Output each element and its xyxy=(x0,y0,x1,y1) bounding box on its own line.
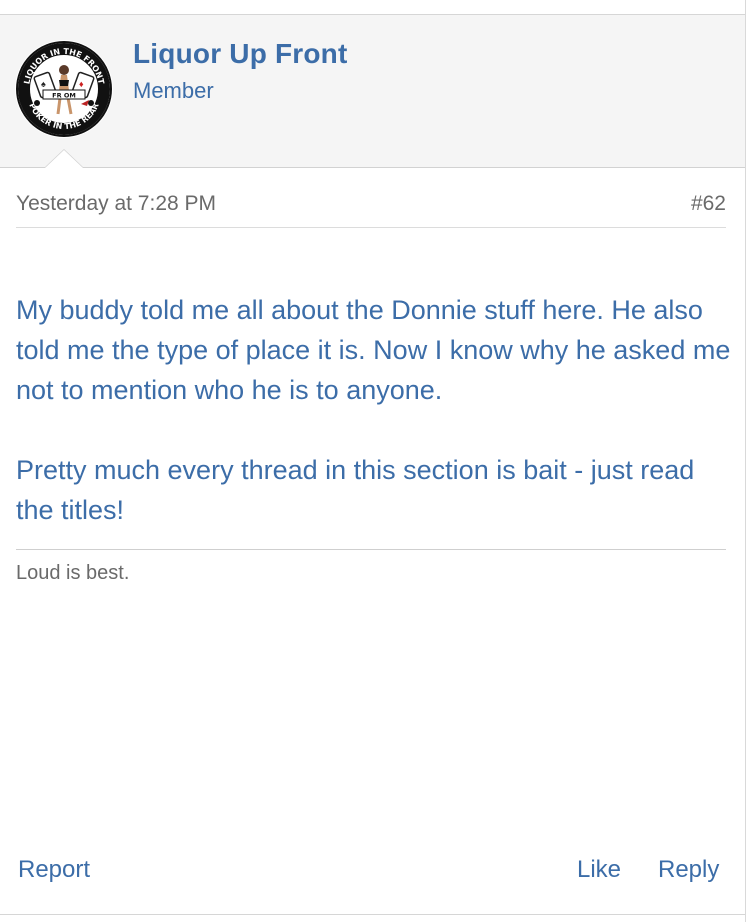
avatar-logo-icon: LIQUOR IN THE FRONT POKER IN THE REAR ♠ … xyxy=(16,41,112,137)
signature-divider xyxy=(16,549,726,550)
post-signature: Loud is best. xyxy=(16,562,130,584)
message-paragraph: Pretty much every thread in this section… xyxy=(16,455,695,525)
reply-link[interactable]: Reply xyxy=(658,856,719,884)
bottom-divider xyxy=(0,914,746,915)
svg-text:FR OM: FR OM xyxy=(52,92,76,100)
author-name-link[interactable]: Liquor Up Front xyxy=(133,38,348,70)
header-pointer xyxy=(45,150,83,168)
svg-text:♠: ♠ xyxy=(41,79,46,89)
post-timestamp[interactable]: Yesterday at 7:28 PM xyxy=(16,192,216,216)
post-number-link[interactable]: #62 xyxy=(691,192,726,216)
avatar[interactable]: LIQUOR IN THE FRONT POKER IN THE REAR ♠ … xyxy=(15,40,113,138)
author-role: Member xyxy=(133,78,214,103)
post-container: LIQUOR IN THE FRONT POKER IN THE REAR ♠ … xyxy=(0,0,750,922)
right-border xyxy=(745,0,746,922)
message-paragraph: My buddy told me all about the Donnie st… xyxy=(16,295,731,405)
post-meta: Yesterday at 7:28 PM #62 xyxy=(16,192,726,228)
like-link[interactable]: Like xyxy=(577,856,621,884)
svg-text:♦: ♦ xyxy=(79,79,84,89)
report-link[interactable]: Report xyxy=(18,856,90,884)
post-message: My buddy told me all about the Donnie st… xyxy=(16,290,732,530)
